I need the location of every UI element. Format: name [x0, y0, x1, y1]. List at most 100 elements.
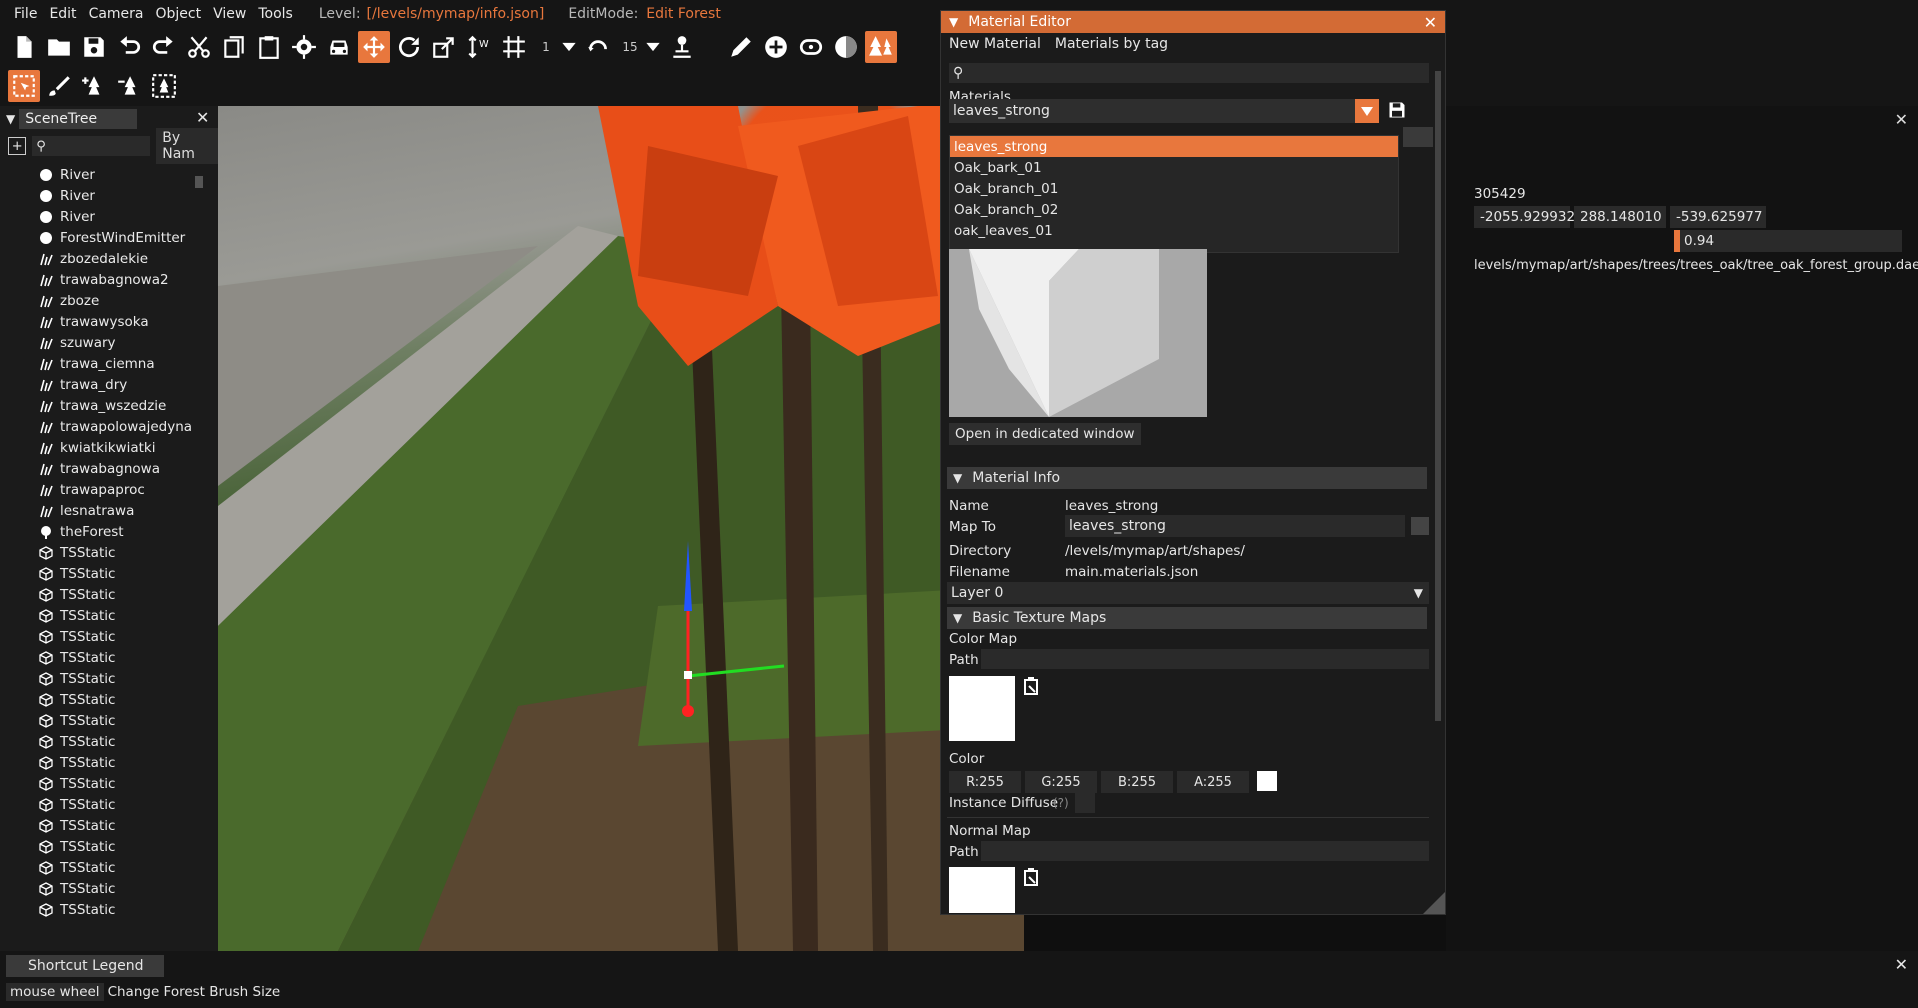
settings-button[interactable]: [288, 31, 320, 63]
scene-tree-tab[interactable]: SceneTree: [19, 109, 138, 129]
material-option[interactable]: Oak_branch_02: [950, 199, 1398, 220]
resize-grip-icon[interactable]: [1423, 892, 1445, 914]
material-option[interactable]: Oak_branch_01: [950, 178, 1398, 199]
material-option[interactable]: oak_leaves_01: [950, 220, 1398, 241]
material-option[interactable]: Oak_bark_01: [950, 157, 1398, 178]
material-editor-titlebar[interactable]: ▼ Material Editor ✕: [941, 11, 1445, 33]
add-object-button[interactable]: [760, 31, 792, 63]
save-material-icon[interactable]: [1387, 100, 1407, 120]
scene-tree-item[interactable]: TSStatic: [0, 731, 200, 752]
material-preview[interactable]: [949, 249, 1207, 417]
snap-height-button[interactable]: W: [463, 31, 495, 63]
scene-tree-item[interactable]: TSStatic: [0, 563, 200, 584]
scene-tree-item[interactable]: trawapaproc: [0, 479, 200, 500]
position-x-field[interactable]: -2055.929932: [1474, 206, 1575, 228]
color-map-thumbnail[interactable]: [949, 676, 1015, 741]
close-icon[interactable]: ✕: [196, 108, 209, 127]
menu-edit[interactable]: Edit: [43, 6, 82, 22]
copy-button[interactable]: [218, 31, 250, 63]
scene-tree-item[interactable]: kwiatkikwiatki: [0, 437, 200, 458]
scene-tree-item[interactable]: trawapolowajedyna: [0, 416, 200, 437]
scene-tree-item[interactable]: trawa_ciemna: [0, 353, 200, 374]
scene-tree-item[interactable]: ForestWindEmitter: [0, 227, 200, 248]
file-browse-icon[interactable]: [1023, 676, 1041, 696]
help-marker[interactable]: (?): [1053, 796, 1069, 810]
color-b-field[interactable]: B:255: [1101, 771, 1173, 793]
edit-pencil-icon[interactable]: [1411, 517, 1429, 535]
move-tool-button[interactable]: [358, 31, 390, 63]
vehicle-button[interactable]: [323, 31, 355, 63]
forest-tool-button[interactable]: [865, 31, 897, 63]
sort-by-name-button[interactable]: By Nam: [156, 128, 218, 164]
lighting-button[interactable]: [830, 31, 862, 63]
scene-tree-item[interactable]: TSStatic: [0, 773, 200, 794]
scene-tree-item[interactable]: trawa_dry: [0, 374, 200, 395]
shortcut-legend-tab[interactable]: Shortcut Legend: [6, 955, 164, 977]
material-option[interactable]: leaves_strong: [950, 136, 1398, 157]
material-search-input[interactable]: ⚲: [949, 63, 1429, 83]
scene-tree-item[interactable]: TSStatic: [0, 815, 200, 836]
scene-tree-item[interactable]: TSStatic: [0, 542, 200, 563]
scene-tree-item[interactable]: theForest: [0, 521, 200, 542]
scene-tree-scrollbar[interactable]: [195, 176, 203, 188]
scene-tree-item[interactable]: TSStatic: [0, 794, 200, 815]
collapse-triangle-icon[interactable]: ▼: [949, 15, 958, 29]
file-browse-icon[interactable]: [1023, 867, 1041, 887]
redo-button[interactable]: [148, 31, 180, 63]
select-tool-button[interactable]: [8, 70, 40, 102]
scene-tree-item[interactable]: szuwary: [0, 332, 200, 353]
close-icon[interactable]: ✕: [1895, 955, 1908, 974]
basic-texture-maps-header[interactable]: ▼ Basic Texture Maps: [947, 607, 1427, 629]
material-side-button[interactable]: [1403, 127, 1433, 147]
cut-button[interactable]: [183, 31, 215, 63]
position-z-field[interactable]: -539.625977: [1670, 206, 1766, 228]
add-group-icon[interactable]: +: [8, 137, 27, 155]
collapse-triangle-icon[interactable]: ▼: [6, 112, 15, 126]
material-select[interactable]: leaves_strong: [949, 99, 1379, 123]
snap-value[interactable]: 1: [533, 40, 559, 54]
scene-tree-search-input[interactable]: ⚲: [32, 136, 151, 156]
rotation-snap-button[interactable]: [582, 31, 614, 63]
road-tool-button[interactable]: [795, 31, 827, 63]
scene-tree-item[interactable]: TSStatic: [0, 857, 200, 878]
scene-tree-item[interactable]: TSStatic: [0, 626, 200, 647]
open-folder-button[interactable]: [43, 31, 75, 63]
scene-tree-item[interactable]: trawabagnowa: [0, 458, 200, 479]
new-material-menu[interactable]: New Material: [949, 36, 1041, 52]
normal-map-path-input[interactable]: [981, 841, 1429, 861]
angle-value[interactable]: 15: [617, 40, 643, 54]
snap-dropdown-button[interactable]: [559, 31, 579, 63]
mapto-input[interactable]: leaves_strong: [1065, 515, 1405, 537]
pencil-button[interactable]: [725, 31, 757, 63]
erase-tool-button[interactable]: [78, 70, 110, 102]
scene-tree-item[interactable]: TSStatic: [0, 899, 200, 920]
layer-select[interactable]: Layer 0 ▼: [947, 582, 1429, 604]
material-info-header[interactable]: ▼ Material Info: [947, 467, 1427, 489]
position-y-field[interactable]: 288.148010: [1574, 206, 1666, 228]
undo-button[interactable]: [113, 31, 145, 63]
grid-snap-button[interactable]: [498, 31, 530, 63]
color-swatch[interactable]: [1257, 771, 1277, 791]
scene-tree-item[interactable]: lesnatrawa: [0, 500, 200, 521]
color-r-field[interactable]: R:255: [949, 771, 1021, 793]
scale-slider[interactable]: 0.94: [1674, 230, 1902, 252]
scene-tree-item[interactable]: zboze: [0, 290, 200, 311]
open-dedicated-window-button[interactable]: Open in dedicated window: [949, 423, 1141, 445]
materials-by-tag-menu[interactable]: Materials by tag: [1055, 36, 1168, 52]
paint-tool-button[interactable]: [43, 70, 75, 102]
3d-viewport[interactable]: [218, 106, 1024, 951]
color-a-field[interactable]: A:255: [1177, 771, 1249, 793]
scene-tree-item[interactable]: TSStatic: [0, 878, 200, 899]
scene-tree-item[interactable]: TSStatic: [0, 710, 200, 731]
menu-file[interactable]: File: [8, 6, 43, 22]
drop-to-ground-button[interactable]: [666, 31, 698, 63]
scene-tree-item[interactable]: TSStatic: [0, 605, 200, 626]
menu-tools[interactable]: Tools: [252, 6, 299, 22]
menu-object[interactable]: Object: [150, 6, 208, 22]
scene-tree-item[interactable]: TSStatic: [0, 647, 200, 668]
menu-view[interactable]: View: [207, 6, 252, 22]
instance-diffuse-checkbox[interactable]: [1075, 793, 1095, 813]
erase-selected-button[interactable]: [113, 70, 145, 102]
close-icon[interactable]: ✕: [1895, 110, 1908, 129]
rotate-tool-button[interactable]: [393, 31, 425, 63]
